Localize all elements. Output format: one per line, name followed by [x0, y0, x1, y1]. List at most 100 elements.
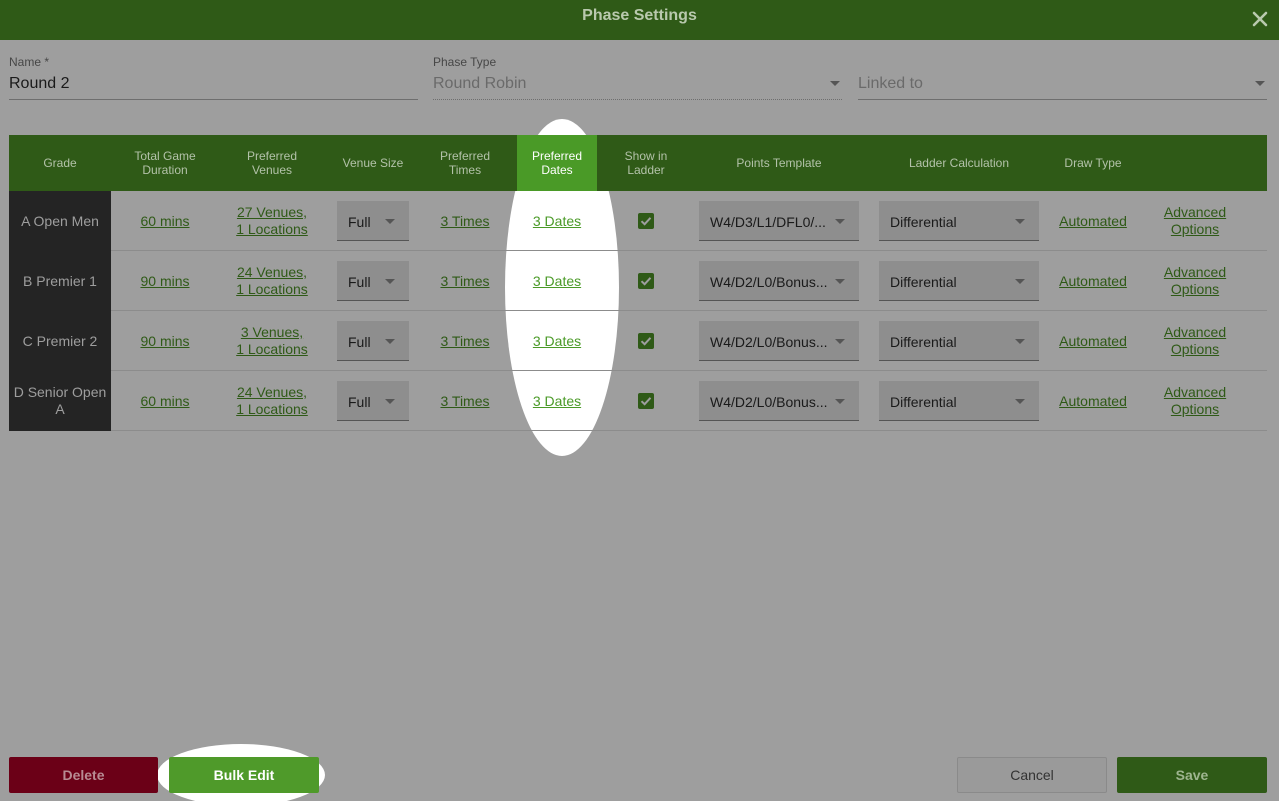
venues-link[interactable]: 27 Venues, 1 Locations — [236, 204, 308, 238]
chevron-down-icon — [830, 81, 840, 86]
ladder-calc-select[interactable]: Differential — [879, 261, 1039, 301]
ladder-cell — [611, 251, 681, 311]
points-template-value: W4/D2/L0/Bonus... — [710, 394, 828, 410]
ladder-calc-select[interactable]: Differential — [879, 381, 1039, 421]
dates-cell: 3 Dates — [517, 371, 597, 431]
points-template-select[interactable]: W4/D2/L0/Bonus... — [699, 381, 859, 421]
name-field[interactable]: Name * Round 2 — [9, 52, 418, 100]
dates-link[interactable]: 3 Dates — [533, 273, 581, 290]
dates-link[interactable]: 3 Dates — [533, 333, 581, 350]
venue-size-value: Full — [348, 214, 371, 230]
dates-link[interactable]: 3 Dates — [533, 393, 581, 410]
chevron-down-icon — [835, 279, 845, 284]
venue-size-select[interactable]: Full — [337, 321, 409, 361]
advanced-options-cell: Advanced Options — [1153, 251, 1237, 311]
table-header: Grade Total Game Duration Preferred Venu… — [9, 135, 1267, 191]
dates-cell: 3 Dates — [517, 191, 597, 251]
duration-link[interactable]: 90 mins — [140, 333, 189, 350]
chevron-down-icon — [385, 399, 395, 404]
advanced-label: Advanced — [1163, 204, 1227, 220]
show-in-ladder-checkbox[interactable] — [638, 273, 654, 289]
times-link[interactable]: 3 Times — [440, 333, 489, 350]
draw-type-link[interactable]: Automated — [1059, 393, 1127, 410]
chevron-down-icon — [385, 339, 395, 344]
ladder-calc-select[interactable]: Differential — [879, 201, 1039, 241]
advanced-label: Advanced — [1163, 384, 1227, 400]
dates-cell: 3 Dates — [517, 311, 597, 371]
times-link[interactable]: 3 Times — [440, 393, 489, 410]
venue-size-select[interactable]: Full — [337, 381, 409, 421]
dates-link[interactable]: 3 Dates — [533, 213, 581, 230]
table-row: D Senior Open A 60 mins 24 Venues, 1 Loca… — [9, 371, 1267, 431]
points-template-select[interactable]: W4/D3/L1/DFL0/... — [699, 201, 859, 241]
venue-size-value: Full — [348, 274, 371, 290]
header-venues: Preferred Venues — [246, 149, 298, 177]
points-template-select[interactable]: W4/D2/L0/Bonus... — [699, 261, 859, 301]
draw-type-cell: Automated — [1053, 251, 1133, 311]
venue-size-select[interactable]: Full — [337, 261, 409, 301]
grade-cell: A Open Men — [9, 191, 111, 251]
chevron-down-icon — [835, 339, 845, 344]
bulk-edit-button[interactable]: Bulk Edit — [169, 757, 319, 793]
times-cell: 3 Times — [430, 251, 500, 311]
linked-to-select[interactable]: Linked to — [858, 52, 1267, 100]
venues-cell: 3 Venues, 1 Locations — [222, 311, 322, 371]
grade-cell: C Premier 2 — [9, 311, 111, 371]
advanced-options-link[interactable]: Advanced Options — [1164, 204, 1226, 238]
show-in-ladder-checkbox[interactable] — [638, 213, 654, 229]
draw-type-cell: Automated — [1053, 191, 1133, 251]
phase-type-select[interactable]: Phase Type Round Robin — [433, 52, 842, 100]
advanced-options-cell: Advanced Options — [1153, 191, 1237, 251]
locations-count: 1 Locations — [236, 281, 308, 297]
times-link[interactable]: 3 Times — [440, 273, 489, 290]
venues-cell: 24 Venues, 1 Locations — [222, 251, 322, 311]
advanced-options-cell: Advanced Options — [1153, 371, 1237, 431]
chevron-down-icon — [1015, 339, 1025, 344]
advanced-label: Advanced — [1163, 324, 1227, 340]
times-link[interactable]: 3 Times — [440, 213, 489, 230]
advanced-options-cell: Advanced Options — [1153, 311, 1237, 371]
chevron-down-icon — [1015, 399, 1025, 404]
dialog-title: Phase Settings — [582, 7, 697, 24]
header-draw-type: Draw Type — [1064, 156, 1122, 170]
duration-link[interactable]: 60 mins — [140, 393, 189, 410]
options-label: Options — [1170, 281, 1220, 297]
dialog-header: Phase Settings — [0, 0, 1279, 40]
ladder-cell — [611, 371, 681, 431]
header-times: Preferred Times — [439, 149, 491, 177]
show-in-ladder-checkbox[interactable] — [638, 393, 654, 409]
show-in-ladder-checkbox[interactable] — [638, 333, 654, 349]
cancel-button[interactable]: Cancel — [957, 757, 1107, 793]
close-icon[interactable] — [1247, 6, 1273, 32]
header-dates: Preferred Dates — [517, 135, 597, 191]
draw-type-link[interactable]: Automated — [1059, 333, 1127, 350]
advanced-options-link[interactable]: Advanced Options — [1164, 264, 1226, 298]
draw-type-cell: Automated — [1053, 371, 1133, 431]
duration-cell: 90 mins — [119, 251, 211, 311]
points-template-value: W4/D3/L1/DFL0/... — [710, 214, 826, 230]
venues-link[interactable]: 24 Venues, 1 Locations — [236, 264, 308, 298]
times-cell: 3 Times — [430, 371, 500, 431]
venues-link[interactable]: 24 Venues, 1 Locations — [236, 384, 308, 418]
table-row: A Open Men 60 mins 27 Venues, 1 Locations… — [9, 191, 1267, 251]
points-template-select[interactable]: W4/D2/L0/Bonus... — [699, 321, 859, 361]
venues-cell: 27 Venues, 1 Locations — [222, 191, 322, 251]
ladder-calc-select[interactable]: Differential — [879, 321, 1039, 361]
check-icon — [640, 337, 652, 346]
duration-link[interactable]: 60 mins — [140, 213, 189, 230]
draw-type-link[interactable]: Automated — [1059, 273, 1127, 290]
header-duration: Total Game Duration — [134, 149, 196, 177]
advanced-options-link[interactable]: Advanced Options — [1164, 384, 1226, 418]
venues-count: 27 Venues, — [236, 204, 308, 220]
venue-size-select[interactable]: Full — [337, 201, 409, 241]
delete-button[interactable]: Delete — [9, 757, 158, 793]
save-button[interactable]: Save — [1117, 757, 1267, 793]
venue-size-value: Full — [348, 394, 371, 410]
chevron-down-icon — [385, 279, 395, 284]
times-cell: 3 Times — [430, 311, 500, 371]
advanced-options-link[interactable]: Advanced Options — [1164, 324, 1226, 358]
draw-type-link[interactable]: Automated — [1059, 213, 1127, 230]
duration-link[interactable]: 90 mins — [140, 273, 189, 290]
check-icon — [640, 277, 652, 286]
venues-link[interactable]: 3 Venues, 1 Locations — [236, 324, 308, 358]
